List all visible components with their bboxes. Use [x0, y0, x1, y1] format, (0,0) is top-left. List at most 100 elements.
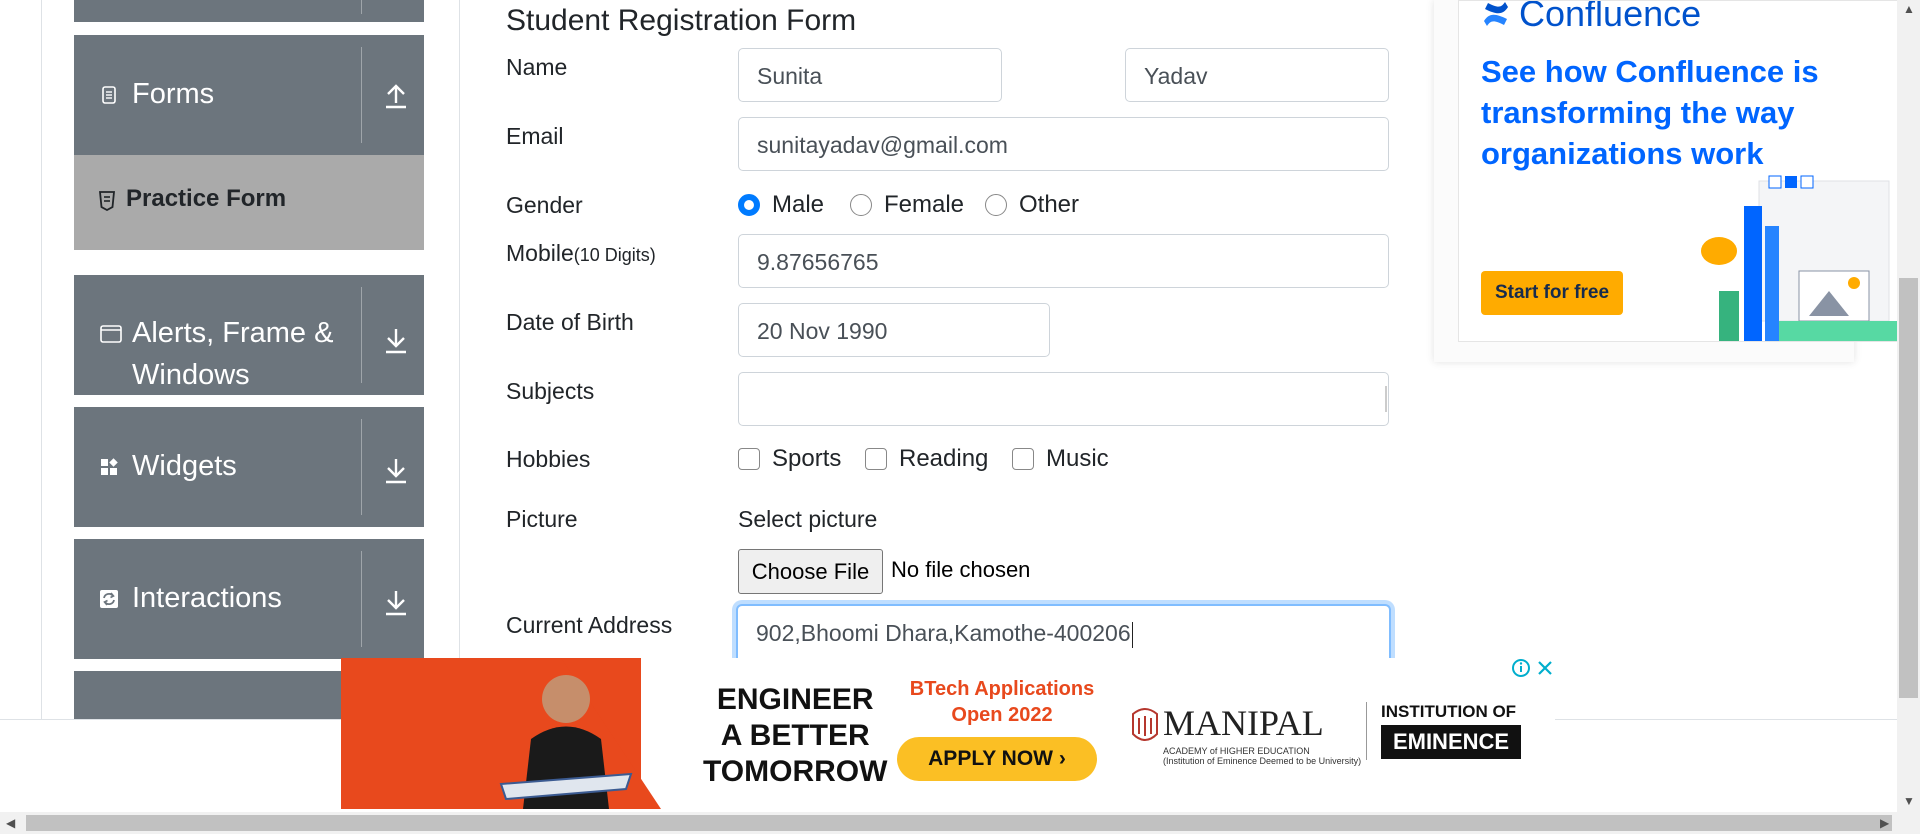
subjects-input[interactable]: [738, 372, 1389, 426]
headline-line2: A BETTER: [720, 719, 870, 752]
interactions-icon: [100, 590, 118, 608]
mobile-label-text: Mobile: [506, 240, 574, 266]
sidebar-group-label-line2: Windows: [132, 359, 250, 391]
email-label: Email: [506, 123, 564, 149]
institution-of-text: INSTITUTION OF: [1381, 702, 1517, 721]
manipal-logo-text: MANIPAL: [1163, 703, 1324, 743]
sidebar-group-label: Widgets: [132, 450, 237, 482]
hobby-music-option[interactable]: Music: [1012, 445, 1109, 473]
confluence-illustration: [1689, 171, 1899, 341]
start-for-free-button[interactable]: Start for free: [1481, 271, 1623, 315]
picture-label: Picture: [506, 506, 578, 532]
download-arrow-icon[interactable]: [382, 455, 410, 485]
reading-checkbox[interactable]: [865, 448, 887, 470]
separator: [361, 551, 362, 647]
last-name-input[interactable]: Yadav: [1125, 48, 1389, 102]
current-address-value: 902,Bhoomi Dhara,Kamothe-400206: [756, 620, 1131, 646]
sidebar-group-label: Interactions: [132, 582, 282, 614]
sidebar-group-forms[interactable]: Forms: [74, 35, 424, 155]
document-icon: [102, 86, 116, 104]
html5-icon: [99, 191, 115, 211]
separator: [361, 287, 362, 383]
music-checkbox[interactable]: [1012, 448, 1034, 470]
headline-line1: ENGINEER: [716, 683, 874, 716]
sidebar-group-label: Alerts, Frame &: [132, 317, 334, 349]
sidebar-border-right: [459, 0, 460, 720]
manipal-subtitle: ACADEMY of HIGHER EDUCATION (Institution…: [1163, 746, 1361, 766]
hobby-reading-option[interactable]: Reading: [865, 445, 988, 473]
sidebar-item-practice-form[interactable]: Practice Form: [74, 155, 424, 250]
manipal-subtitle-line2: (Institution of Eminence Deemed to be Un…: [1163, 756, 1362, 766]
scroll-down-arrow-icon[interactable]: ▼: [1903, 794, 1915, 808]
ad-info-icon[interactable]: [1511, 658, 1531, 678]
confluence-logo-icon: [1484, 2, 1508, 26]
current-address-label: Current Address: [506, 612, 673, 638]
download-arrow-icon[interactable]: [382, 587, 410, 617]
confluence-logo: Confluence: [1481, 1, 1701, 35]
email-input[interactable]: sunitayadav@gmail.com: [738, 117, 1389, 171]
hobby-sports-option[interactable]: Sports: [738, 445, 841, 473]
ad-close-icon[interactable]: [1535, 658, 1555, 678]
headline-line3: TOMORROW: [703, 755, 888, 788]
eminence-badge: EMINENCE: [1381, 725, 1521, 759]
music-label[interactable]: Music: [1046, 445, 1109, 473]
page-title: Student Registration Form: [506, 4, 857, 37]
confluence-ad[interactable]: Confluence See how Confluence is transfo…: [1434, 0, 1900, 362]
scroll-right-arrow-icon[interactable]: ▶: [1880, 816, 1889, 830]
sidebar-item-label: Practice Form: [126, 185, 287, 212]
mobile-input[interactable]: 9.87656765: [738, 234, 1389, 288]
person-image: [499, 675, 633, 809]
gender-female-option[interactable]: Female: [850, 191, 964, 219]
text-caret: [1131, 621, 1133, 648]
dob-label: Date of Birth: [506, 309, 634, 335]
gender-male-option[interactable]: Male: [738, 191, 824, 219]
horizontal-scrollbar-thumb[interactable]: [26, 815, 1892, 831]
file-status-text: No file chosen: [891, 557, 1031, 582]
vertical-scrollbar-thumb[interactable]: [1899, 278, 1918, 698]
sidebar-group-alerts-frame-windows[interactable]: Alerts, Frame & Windows: [74, 275, 424, 395]
apply-now-button[interactable]: APPLY NOW ›: [897, 737, 1097, 781]
mobile-label: Mobile(10 Digits): [506, 240, 656, 267]
male-label[interactable]: Male: [772, 191, 824, 219]
reading-label[interactable]: Reading: [899, 445, 988, 473]
ad-choices-controls: [1511, 658, 1555, 678]
sidebar: Forms Practice Form Alerts, Frame & Wind…: [0, 0, 460, 720]
widgets-icon: [101, 458, 118, 475]
manipal-emblem-icon: [1132, 708, 1158, 741]
btech-text: BTech Applications Open 2022: [897, 676, 1107, 728]
btech-line2: Open 2022: [951, 704, 1053, 726]
female-label[interactable]: Female: [884, 191, 964, 219]
download-arrow-icon[interactable]: [382, 325, 410, 355]
choose-file-button[interactable]: Choose File: [738, 549, 883, 594]
sports-checkbox[interactable]: [738, 448, 760, 470]
male-radio[interactable]: [738, 194, 760, 216]
confluence-ad-card[interactable]: Confluence See how Confluence is transfo…: [1458, 0, 1900, 342]
subjects-input-indicator: [1385, 386, 1387, 412]
gender-other-option[interactable]: Other: [985, 191, 1079, 219]
name-label: Name: [506, 54, 568, 80]
window-icon: [100, 325, 122, 343]
other-radio[interactable]: [985, 194, 1007, 216]
manipal-banner-ad[interactable]: ENGINEER A BETTER TOMORROW BTech Applica…: [341, 658, 1555, 809]
sports-label[interactable]: Sports: [772, 445, 841, 473]
mobile-hint: (10 Digits): [573, 245, 656, 265]
banner-divider: [1366, 702, 1367, 760]
separator: [361, 47, 362, 143]
sidebar-group-elements-partial[interactable]: [74, 0, 424, 22]
gender-label: Gender: [506, 192, 583, 218]
sidebar-group-widgets[interactable]: Widgets: [74, 407, 424, 527]
scroll-up-arrow-icon[interactable]: ▲: [1903, 2, 1915, 16]
female-radio[interactable]: [850, 194, 872, 216]
sidebar-group-interactions[interactable]: Interactions: [74, 539, 424, 659]
subjects-label: Subjects: [506, 378, 595, 404]
banner-headline: ENGINEER A BETTER TOMORROW: [703, 682, 887, 790]
separator: [361, 419, 362, 515]
hobbies-label: Hobbies: [506, 446, 591, 472]
date-of-birth-input[interactable]: 20 Nov 1990: [738, 303, 1050, 357]
scroll-left-arrow-icon[interactable]: ◀: [6, 816, 15, 830]
upload-arrow-icon[interactable]: [382, 80, 410, 110]
manipal-subtitle-line1: ACADEMY of HIGHER EDUCATION: [1163, 746, 1310, 756]
first-name-input[interactable]: Sunita: [738, 48, 1002, 102]
illustration-graphic: [1701, 175, 1899, 341]
other-label[interactable]: Other: [1019, 191, 1079, 219]
